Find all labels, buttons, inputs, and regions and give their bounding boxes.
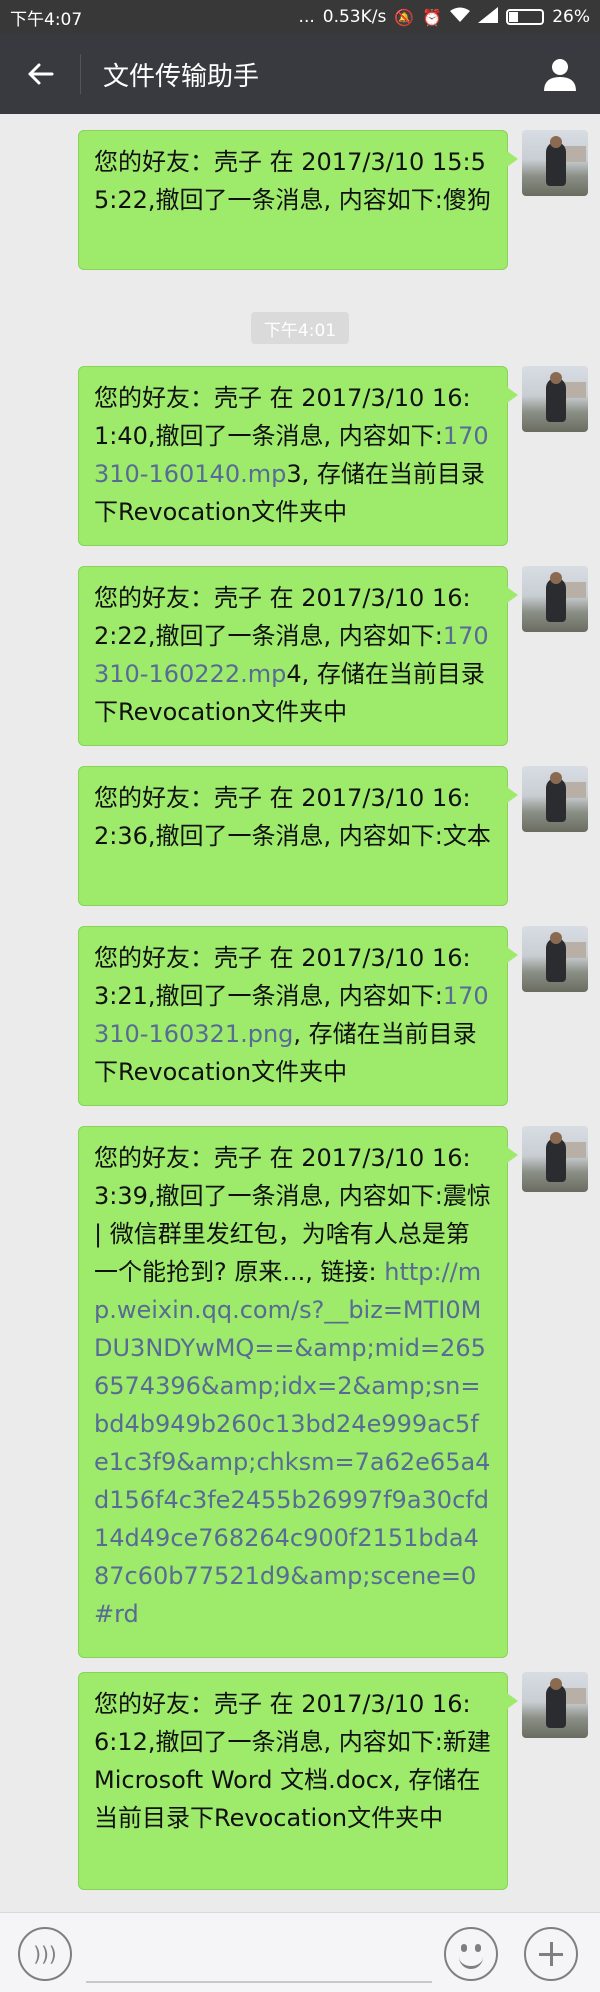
battery-icon <box>506 9 545 25</box>
avatar[interactable] <box>522 1126 588 1192</box>
title-divider <box>80 54 81 94</box>
message-item[interactable]: 您的好友：壳子 在 2017/3/10 16:6:12,撤回了一条消息, 内容如… <box>12 1672 588 1890</box>
message-text: 您的好友：壳子 在 2017/3/10 16:2:22,撤回了一条消息, 内容如… <box>94 584 471 650</box>
timestamp-label: 下午4:01 <box>251 312 349 344</box>
plus-button[interactable] <box>524 1927 578 1981</box>
message-bubble[interactable]: 您的好友：壳子 在 2017/3/10 16:3:21,撤回了一条消息, 内容如… <box>78 926 518 1106</box>
battery-percent: 26% <box>552 7 590 27</box>
alarm-icon: ⏰ <box>422 7 443 27</box>
message-item[interactable]: 您的好友：壳子 在 2017/3/10 15:55:22,撤回了一条消息, 内容… <box>12 130 588 270</box>
message-item[interactable]: 您的好友：壳子 在 2017/3/10 16:2:22,撤回了一条消息, 内容如… <box>12 566 588 746</box>
avatar[interactable] <box>522 366 588 432</box>
avatar[interactable] <box>522 926 588 992</box>
message-link[interactable]: http://mp.weixin.qq.com/s?__biz=MTI0MDU3… <box>94 1258 490 1628</box>
message-text: 您的好友：壳子 在 2017/3/10 16:3:21,撤回了一条消息, 内容如… <box>94 944 471 1010</box>
status-dots: ... <box>298 7 315 27</box>
status-bar: 下午4:07 ... 0.53K/s 🔕 ⏰ 26% <box>0 0 600 34</box>
mute-icon: 🔕 <box>394 7 415 27</box>
avatar[interactable] <box>522 130 588 196</box>
avatar[interactable] <box>522 1672 588 1738</box>
message-bubble[interactable]: 您的好友：壳子 在 2017/3/10 16:1:40,撤回了一条消息, 内容如… <box>78 366 518 546</box>
user-icon <box>544 59 576 91</box>
title-bar: 文件传输助手 <box>0 34 600 114</box>
message-bubble[interactable]: 您的好友：壳子 在 2017/3/10 16:3:39,撤回了一条消息, 内容如… <box>78 1126 518 1658</box>
message-item[interactable]: 您的好友：壳子 在 2017/3/10 16:1:40,撤回了一条消息, 内容如… <box>12 366 588 546</box>
message-item[interactable]: 您的好友：壳子 在 2017/3/10 16:3:39,撤回了一条消息, 内容如… <box>12 1126 588 1658</box>
status-time: 下午4:07 <box>10 9 83 30</box>
chat-area[interactable]: 下午4:01 您的好友：壳子 在 2017/3/10 15:55:22,撤回了一… <box>0 114 600 1912</box>
wifi-icon <box>450 7 471 27</box>
message-text: 您的好友：壳子 在 2017/3/10 15:55:22,撤回了一条消息, 内容… <box>94 148 491 214</box>
avatar[interactable] <box>522 766 588 832</box>
input-bar: ))) <box>0 1912 600 1992</box>
voice-icon: ))) <box>33 1942 57 1966</box>
message-item[interactable]: 您的好友：壳子 在 2017/3/10 16:3:21,撤回了一条消息, 内容如… <box>12 926 588 1106</box>
message-bubble[interactable]: 您的好友：壳子 在 2017/3/10 16:2:36,撤回了一条消息, 内容如… <box>78 766 518 906</box>
emoji-icon <box>461 1944 467 1952</box>
message-input[interactable] <box>86 1925 432 1983</box>
message-bubble[interactable]: 您的好友：壳子 在 2017/3/10 16:2:22,撤回了一条消息, 内容如… <box>78 566 518 746</box>
message-text: 您的好友：壳子 在 2017/3/10 16:2:36,撤回了一条消息, 内容如… <box>94 784 491 850</box>
signal-icon <box>478 7 499 27</box>
voice-button[interactable]: ))) <box>18 1927 72 1981</box>
back-button[interactable] <box>0 34 80 114</box>
message-text: 您的好友：壳子 在 2017/3/10 16:6:12,撤回了一条消息, 内容如… <box>94 1690 491 1832</box>
chat-info-button[interactable] <box>520 34 600 114</box>
message-bubble[interactable]: 您的好友：壳子 在 2017/3/10 16:6:12,撤回了一条消息, 内容如… <box>78 1672 518 1890</box>
back-arrow-icon <box>28 63 54 85</box>
page-title: 文件传输助手 <box>103 61 260 92</box>
network-speed: 0.53K/s <box>322 7 387 27</box>
message-bubble[interactable]: 您的好友：壳子 在 2017/3/10 15:55:22,撤回了一条消息, 内容… <box>78 130 518 270</box>
message-text: 您的好友：壳子 在 2017/3/10 16:1:40,撤回了一条消息, 内容如… <box>94 384 471 450</box>
message-item[interactable]: 您的好友：壳子 在 2017/3/10 16:2:36,撤回了一条消息, 内容如… <box>12 766 588 906</box>
emoji-button[interactable] <box>444 1927 498 1981</box>
status-right: ... 0.53K/s 🔕 ⏰ 26% <box>299 7 590 27</box>
avatar[interactable] <box>522 566 588 632</box>
